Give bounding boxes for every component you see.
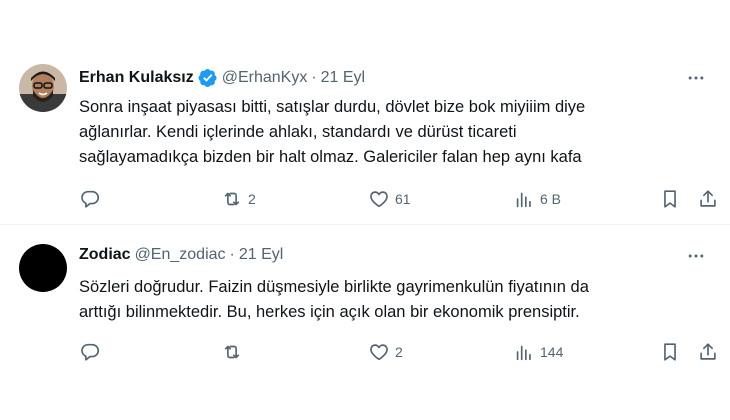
views-count: 6 B [540, 191, 562, 207]
separator-dot: · [229, 246, 235, 263]
bookmark-button[interactable] [659, 341, 681, 363]
views-count: 144 [540, 344, 564, 360]
reply-icon [81, 190, 100, 208]
tweet-text-line: ağlanırlar. Kendi içlerinde ahlakı, stan… [79, 123, 517, 141]
tweet-date[interactable]: 21 Eyl [321, 69, 365, 87]
tweet-actions: 2 61 6 B [79, 188, 719, 212]
retweet-icon [224, 345, 240, 359]
tweet-header: Erhan Kulaksız @ErhanKyx · 21 Eyl [79, 68, 365, 88]
bookmark-icon [664, 190, 676, 208]
tweet-text-line: sağlayamadıkça bizden bir halt olmaz. Ga… [79, 148, 582, 166]
tweet-text: Sonra inşaat piyasası bitti, satışlar du… [79, 95, 699, 170]
author-handle[interactable]: @ErhanKyx [222, 69, 308, 87]
tweet-text-line: Sonra inşaat piyasası bitti, satışlar du… [79, 98, 586, 116]
retweet-count: 2 [248, 191, 256, 207]
more-options-icon[interactable] [684, 66, 708, 90]
tweet[interactable]: Erhan Kulaksız @ErhanKyx · 21 Eyl Sonra … [0, 50, 730, 224]
tweet-date[interactable]: 21 Eyl [239, 246, 283, 264]
verified-badge-icon[interactable] [198, 68, 218, 88]
like-button[interactable]: 2 [368, 341, 403, 363]
views-button[interactable]: 144 [513, 341, 563, 363]
author-name[interactable]: Zodiac [79, 246, 131, 264]
views-icon [516, 192, 531, 208]
tweet[interactable]: Zodiac @En_zodiac · 21 Eyl Sözleri doğru… [0, 224, 730, 374]
bookmark-button[interactable] [659, 188, 681, 210]
tweet-text: Sözleri doğrudur. Faizin düşmesiyle birl… [79, 275, 699, 325]
retweet-button[interactable] [221, 341, 248, 363]
like-count: 61 [395, 191, 411, 207]
share-icon [700, 190, 716, 207]
views-button[interactable]: 6 B [513, 188, 561, 210]
share-button[interactable] [697, 188, 719, 210]
tweet-actions: 2 144 [79, 341, 719, 365]
tweet-text-line: Sözleri doğrudur. Faizin düşmesiyle birl… [79, 278, 589, 296]
author-handle[interactable]: @En_zodiac [135, 246, 226, 264]
share-button[interactable] [697, 341, 719, 363]
share-icon [700, 343, 716, 360]
reply-button[interactable] [79, 188, 106, 210]
retweet-icon [224, 192, 240, 206]
more-options-icon[interactable] [684, 244, 708, 268]
like-button[interactable]: 61 [368, 188, 411, 210]
avatar[interactable] [19, 64, 67, 112]
views-icon [516, 345, 531, 361]
retweet-button[interactable]: 2 [221, 188, 256, 210]
bookmark-icon [664, 343, 676, 361]
like-count: 2 [395, 344, 403, 360]
tweet-text-line: arttığı bilinmektedir. Bu, herkes için a… [79, 303, 580, 321]
author-name[interactable]: Erhan Kulaksız [79, 69, 194, 87]
separator-dot: · [311, 69, 317, 86]
reply-button[interactable] [79, 341, 106, 363]
like-icon [370, 344, 388, 361]
reply-icon [81, 343, 100, 361]
like-icon [370, 191, 388, 208]
tweet-header: Zodiac @En_zodiac · 21 Eyl [79, 246, 283, 264]
avatar[interactable] [19, 244, 67, 292]
